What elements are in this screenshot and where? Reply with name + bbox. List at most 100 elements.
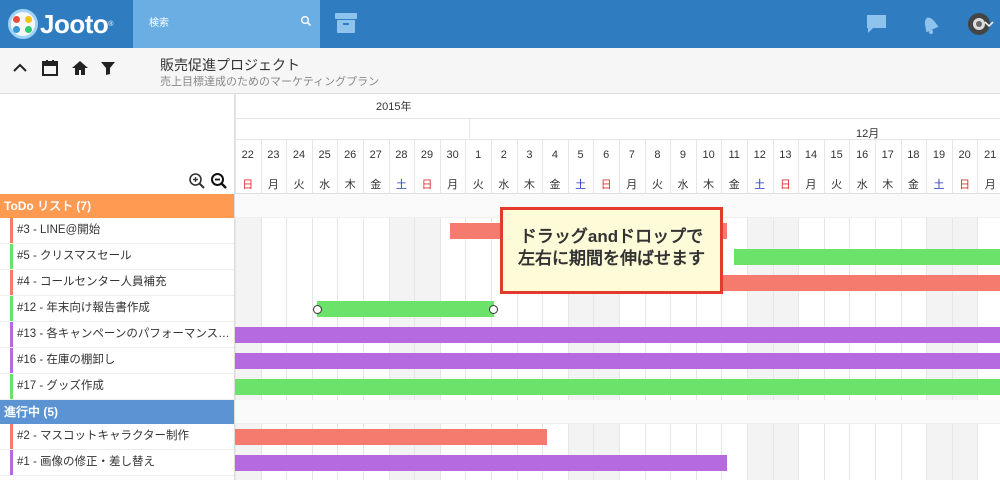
drag-hint-tooltip: ドラッグandドロップで 左右に期間を伸ばせます bbox=[500, 207, 723, 294]
task-row[interactable]: #13 - 各キャンペーンのパフォーマンス… bbox=[0, 322, 234, 348]
day-number: 12 bbox=[753, 149, 766, 161]
grid-line bbox=[849, 139, 851, 480]
weekday-label: 水 bbox=[498, 179, 510, 191]
year-label: 2015年 bbox=[376, 101, 412, 113]
weekday-label: 火 bbox=[293, 179, 305, 191]
top-bar: Jooto ® bbox=[0, 0, 1000, 48]
grid-line bbox=[721, 139, 723, 480]
weekday-label: 月 bbox=[267, 179, 279, 191]
task-row[interactable]: #12 - 年末向け報告書作成 bbox=[0, 296, 234, 322]
task-label: #5 - クリスマスセール bbox=[17, 250, 132, 262]
resize-handle-start[interactable] bbox=[312, 305, 322, 314]
weekday-label: 木 bbox=[882, 179, 894, 191]
tooltip-line-2: 左右に期間を伸ばせます bbox=[518, 249, 705, 268]
weekday-label: 日 bbox=[959, 179, 971, 191]
project-subtitle: 売上目標達成のためのマーケティングプラン bbox=[160, 76, 380, 88]
weekday-label: 金 bbox=[907, 179, 919, 191]
task-bar[interactable] bbox=[734, 249, 1000, 265]
weekday-label: 日 bbox=[779, 179, 791, 191]
day-number: 3 bbox=[526, 149, 533, 161]
search-icon[interactable] bbox=[300, 15, 312, 27]
task-label: #13 - 各キャンペーンのパフォーマンス… bbox=[17, 328, 230, 340]
grid-line bbox=[695, 139, 697, 480]
grid-line bbox=[926, 139, 928, 480]
task-bar[interactable] bbox=[235, 379, 1000, 395]
weekday-label: 月 bbox=[805, 179, 817, 191]
day-number: 20 bbox=[958, 149, 971, 161]
weekday-label: 日 bbox=[600, 179, 612, 191]
logo-badge-icon bbox=[8, 9, 38, 39]
task-color-stripe bbox=[10, 322, 13, 347]
task-row[interactable]: #17 - グッズ作成 bbox=[0, 374, 234, 400]
archive-box-icon[interactable] bbox=[333, 11, 359, 35]
group-header[interactable]: 進行中 (5) bbox=[0, 400, 234, 424]
weekday-label: 月 bbox=[984, 179, 996, 191]
day-number: 15 bbox=[830, 149, 843, 161]
task-label: #16 - 在庫の棚卸し bbox=[17, 354, 116, 366]
grid-line bbox=[900, 139, 902, 480]
search-box[interactable] bbox=[133, 0, 320, 48]
task-bar[interactable] bbox=[235, 353, 1000, 369]
weekday-label: 金 bbox=[728, 179, 740, 191]
task-row[interactable]: #5 - クリスマスセール bbox=[0, 244, 234, 270]
filter-icon[interactable] bbox=[98, 58, 118, 78]
grid-line bbox=[747, 139, 748, 480]
day-number: 26 bbox=[344, 149, 357, 161]
task-color-stripe bbox=[10, 450, 13, 475]
weekday-label: 木 bbox=[344, 179, 356, 191]
task-bar[interactable] bbox=[235, 429, 548, 445]
jooto-logo[interactable]: Jooto ® bbox=[8, 6, 113, 42]
day-number: 29 bbox=[420, 149, 434, 161]
calendar-icon[interactable] bbox=[40, 58, 60, 78]
day-number: 14 bbox=[804, 149, 818, 161]
task-bar[interactable] bbox=[316, 301, 494, 317]
task-label: #12 - 年末向け報告書作成 bbox=[17, 302, 150, 314]
resize-handle-end[interactable] bbox=[488, 305, 498, 314]
task-bar[interactable] bbox=[708, 275, 1000, 291]
weekday-label: 日 bbox=[421, 179, 433, 191]
day-number: 27 bbox=[369, 149, 382, 161]
task-list-panel: ToDo リスト (7) #3 - LINE@開始 #5 - クリスマスセール #4 … bbox=[0, 94, 235, 480]
task-label: #1 - 画像の修正・差し替え bbox=[17, 456, 156, 468]
bell-icon[interactable] bbox=[917, 11, 943, 37]
chat-bubble-icon[interactable] bbox=[864, 11, 890, 37]
task-color-stripe bbox=[10, 244, 13, 269]
task-label: #4 - コールセンター人員補充 bbox=[17, 276, 167, 288]
weekday-label: 土 bbox=[754, 179, 766, 191]
weekday-label: 金 bbox=[549, 179, 561, 191]
day-number: 23 bbox=[267, 149, 280, 161]
task-row[interactable]: #16 - 在庫の棚卸し bbox=[0, 348, 234, 374]
home-icon[interactable] bbox=[70, 58, 90, 78]
task-color-stripe bbox=[10, 270, 13, 295]
task-row[interactable]: #2 - マスコットキャラクター制作 bbox=[0, 424, 234, 450]
grid-line bbox=[823, 139, 825, 480]
project-title: 販売促進プロジェクト bbox=[160, 57, 300, 73]
group-header[interactable]: ToDo リスト (7) bbox=[0, 194, 234, 218]
grid-line bbox=[469, 118, 470, 138]
weekday-label: 金 bbox=[370, 179, 382, 191]
day-number: 25 bbox=[318, 149, 331, 161]
task-color-stripe bbox=[10, 374, 13, 399]
grid-line bbox=[670, 139, 672, 480]
day-number: 7 bbox=[628, 149, 635, 161]
day-number: 11 bbox=[728, 149, 740, 161]
task-bar[interactable] bbox=[235, 327, 1000, 343]
chevron-up-icon[interactable] bbox=[10, 58, 30, 78]
gantt-header: 2015年 12月 22 日 23 月 24 火 25 水 26 木 27 金 28 土 29 日 30 月 1 火 2… bbox=[235, 94, 1000, 194]
grid-line bbox=[951, 139, 953, 480]
zoom-out-icon[interactable] bbox=[210, 172, 228, 190]
task-bar[interactable] bbox=[235, 455, 727, 471]
task-row[interactable]: #4 - コールセンター人員補充 bbox=[0, 270, 234, 296]
day-number: 10 bbox=[702, 149, 715, 161]
day-number: 8 bbox=[654, 149, 661, 161]
task-row[interactable]: #1 - 画像の修正・差し替え bbox=[0, 450, 234, 476]
weekday-label: 火 bbox=[651, 179, 663, 191]
zoom-in-icon[interactable] bbox=[188, 172, 206, 190]
task-row[interactable]: #3 - LINE@開始 bbox=[0, 218, 234, 244]
search-input[interactable] bbox=[149, 14, 289, 32]
chevron-down-icon[interactable] bbox=[984, 20, 994, 28]
weekday-label: 土 bbox=[395, 179, 407, 191]
task-label: #2 - マスコットキャラクター制作 bbox=[17, 430, 190, 442]
task-label: #3 - LINE@開始 bbox=[17, 224, 101, 236]
grid-line bbox=[772, 139, 774, 480]
